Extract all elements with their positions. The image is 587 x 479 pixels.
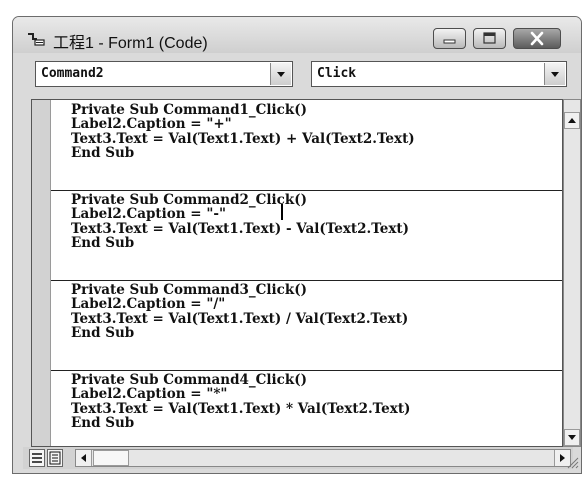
minimize-button[interactable] xyxy=(433,28,466,49)
maximize-button[interactable] xyxy=(473,28,506,49)
code-line[interactable]: Label2.Caption = "+" xyxy=(71,117,232,131)
bottom-bar xyxy=(23,447,573,469)
code-editor[interactable]: Private Sub Command1_Click() Label2.Capt… xyxy=(31,99,563,447)
procedure-block: Private Sub Command2_Click() Label2.Capt… xyxy=(51,190,562,281)
procedure-block: Private Sub Command1_Click() Label2.Capt… xyxy=(51,100,562,191)
arrow-left-icon xyxy=(81,454,86,462)
code-line[interactable]: Text3.Text = Val(Text1.Text) * Val(Text2… xyxy=(71,402,410,416)
maximize-icon xyxy=(483,32,496,44)
arrow-down-icon xyxy=(568,435,576,440)
code-line[interactable]: Private Sub Command4_Click() xyxy=(71,373,307,387)
chevron-down-icon xyxy=(551,72,559,77)
procedure-view-button[interactable] xyxy=(29,449,45,467)
code-window: 工程1 - Form1 (Code) Command2 Click Privat… xyxy=(12,16,582,474)
title-bar[interactable]: 工程1 - Form1 (Code) xyxy=(13,17,581,53)
procedure-block: Private Sub Command3_Click() Label2.Capt… xyxy=(51,280,562,371)
horizontal-scroll-thumb[interactable] xyxy=(93,450,129,466)
full-module-view-icon xyxy=(49,451,61,465)
code-line[interactable]: End Sub xyxy=(71,146,134,160)
scroll-left-button[interactable] xyxy=(76,450,92,466)
code-line[interactable]: Private Sub Command1_Click() xyxy=(71,103,307,117)
code-line[interactable]: Private Sub Command3_Click() xyxy=(71,283,307,297)
object-combo-dropdown-button[interactable] xyxy=(270,63,291,85)
object-combo[interactable]: Command2 xyxy=(35,61,293,87)
window-title: 工程1 - Form1 (Code) xyxy=(53,35,208,52)
code-line[interactable]: End Sub xyxy=(71,236,134,250)
text-cursor xyxy=(281,204,283,220)
scroll-down-button[interactable] xyxy=(564,429,580,446)
vb-code-window-icon[interactable] xyxy=(27,31,45,50)
horizontal-scrollbar[interactable] xyxy=(75,449,571,467)
code-line[interactable]: Label2.Caption = "/" xyxy=(71,297,225,311)
procedure-view-icon xyxy=(32,453,42,463)
minimize-icon xyxy=(443,39,456,44)
code-line[interactable]: End Sub xyxy=(71,416,134,430)
procedure-combo-value: Click xyxy=(317,66,357,81)
code-line[interactable]: Text3.Text = Val(Text1.Text) / Val(Text2… xyxy=(71,312,408,326)
procedure-combo-dropdown-button[interactable] xyxy=(544,63,565,85)
close-icon xyxy=(530,31,544,46)
object-combo-value: Command2 xyxy=(41,66,104,81)
code-line[interactable]: Label2.Caption = "-" xyxy=(71,207,226,221)
code-line[interactable]: Label2.Caption = "*" xyxy=(71,387,227,401)
code-line[interactable]: Text3.Text = Val(Text1.Text) - Val(Text2… xyxy=(71,222,409,236)
vertical-scrollbar[interactable] xyxy=(563,99,581,447)
code-line[interactable]: End Sub xyxy=(71,326,134,340)
code-line[interactable]: Private Sub Command2_Click() xyxy=(71,193,307,207)
full-module-view-button[interactable] xyxy=(47,449,63,467)
arrow-up-icon xyxy=(568,118,576,123)
procedure-combo[interactable]: Click xyxy=(311,61,567,87)
close-button[interactable] xyxy=(513,28,561,49)
scroll-up-button[interactable] xyxy=(564,112,580,129)
code-line[interactable]: Text3.Text = Val(Text1.Text) + Val(Text2… xyxy=(71,132,415,146)
chevron-down-icon xyxy=(277,72,285,77)
resize-grip-icon[interactable] xyxy=(565,455,579,469)
margin-indicator-bar[interactable] xyxy=(32,100,51,446)
procedure-block: Private Sub Command4_Click() Label2.Capt… xyxy=(51,370,562,446)
